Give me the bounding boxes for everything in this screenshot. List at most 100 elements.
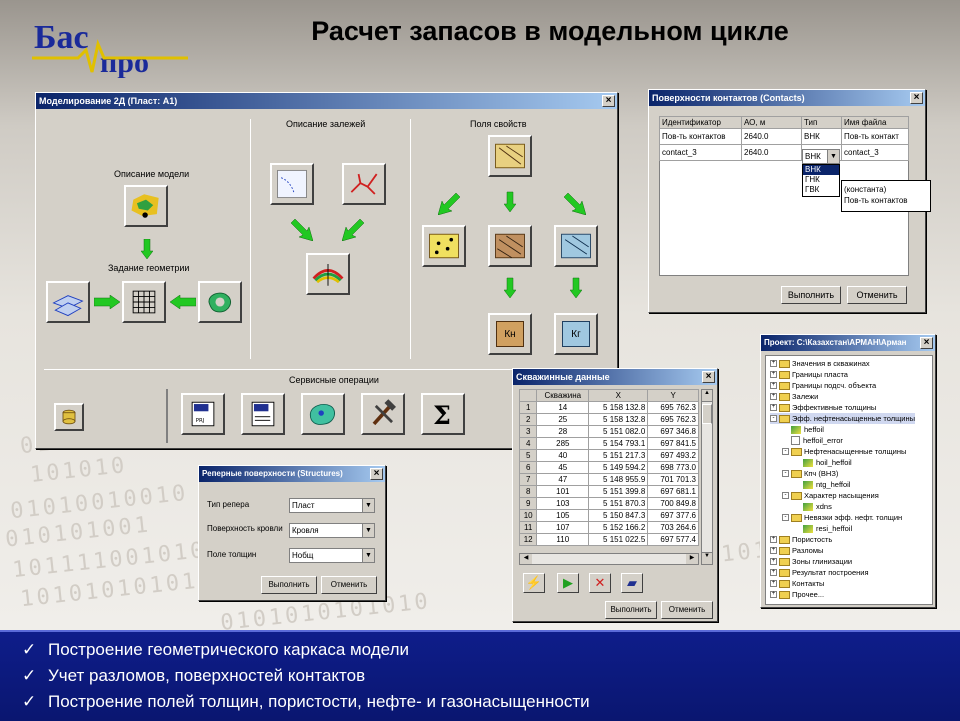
table-row[interactable]: 11 107 5 152 166.2 703 264.6 bbox=[518, 521, 699, 534]
tree-item[interactable]: + Прочее... bbox=[770, 589, 824, 600]
table-cell[interactable]: 697 841.5 bbox=[647, 437, 699, 450]
type-combo[interactable]: ВНК ▼ bbox=[802, 149, 840, 164]
table-row[interactable]: 9 103 5 151 870.3 700 849.8 bbox=[518, 497, 699, 510]
tree-item[interactable]: heffoil bbox=[782, 424, 824, 435]
table-cell[interactable]: 700 849.8 bbox=[647, 497, 699, 510]
table-row[interactable]: 8 101 5 151 399.8 697 681.1 bbox=[518, 485, 699, 498]
table-row[interactable]: 5 40 5 151 217.3 697 493.2 bbox=[518, 449, 699, 462]
table-cell[interactable]: 285 bbox=[536, 437, 590, 450]
expand-toggle-icon[interactable]: - bbox=[782, 492, 789, 499]
table-cell[interactable]: 5 bbox=[518, 449, 538, 462]
expand-toggle-icon[interactable]: + bbox=[770, 393, 777, 400]
table-row[interactable]: 3 28 5 151 082.0 697 346.8 bbox=[518, 425, 699, 438]
scroll-thumb[interactable] bbox=[702, 404, 712, 424]
table-cell[interactable]: contact_3 bbox=[659, 144, 742, 161]
faults-button[interactable] bbox=[342, 163, 386, 205]
table-cell[interactable]: 2640.0 bbox=[741, 128, 802, 145]
thickness-field-select[interactable]: Нобщ ▼ bbox=[289, 548, 375, 563]
top-surface-select[interactable]: Кровля ▼ bbox=[289, 523, 375, 538]
table-cell[interactable]: 703 264.6 bbox=[647, 521, 699, 534]
marker-type-select[interactable]: Пласт ▼ bbox=[289, 498, 375, 513]
table-cell[interactable]: 10 bbox=[518, 509, 538, 522]
table-cell[interactable]: 45 bbox=[536, 461, 590, 474]
grid-button[interactable] bbox=[122, 281, 166, 323]
table-cell[interactable]: 25 bbox=[536, 413, 590, 426]
table-row[interactable]: 4 285 5 154 793.1 697 841.5 bbox=[518, 437, 699, 450]
table-cell[interactable]: 5 154 793.1 bbox=[588, 437, 649, 450]
table-cell[interactable]: 697 577.4 bbox=[647, 533, 699, 546]
table-cell[interactable]: contact_3 bbox=[841, 144, 909, 161]
tree-item[interactable]: ntg_heffoil bbox=[794, 479, 850, 490]
deposit-button[interactable] bbox=[306, 253, 350, 295]
table-cell[interactable]: ВНК bbox=[801, 128, 842, 145]
dropdown-option[interactable]: (константа) bbox=[844, 185, 928, 196]
oil-saturation-field-button[interactable] bbox=[488, 225, 532, 267]
kn-button[interactable]: Кн bbox=[488, 313, 532, 355]
table-cell[interactable]: 5 150 847.3 bbox=[588, 509, 649, 522]
tree-item[interactable]: + Эффективные толщины bbox=[770, 402, 876, 413]
expand-toggle-icon[interactable]: + bbox=[770, 382, 777, 389]
table-cell[interactable]: 5 149 594.2 bbox=[588, 461, 649, 474]
table-cell[interactable]: 5 158 132.8 bbox=[588, 413, 649, 426]
tree-item[interactable]: heffoil_error bbox=[782, 435, 843, 446]
table-cell[interactable]: 9 bbox=[518, 497, 538, 510]
porosity-field-button[interactable] bbox=[422, 225, 466, 267]
dropdown-option[interactable]: ВНК bbox=[803, 165, 839, 175]
tree-item[interactable]: + Залежи bbox=[770, 391, 818, 402]
table-row[interactable]: 12 110 5 151 022.5 697 577.4 bbox=[518, 533, 699, 546]
expand-toggle-icon[interactable]: + bbox=[770, 569, 777, 576]
tree-item[interactable]: - Кпч (ВНЗ) bbox=[782, 468, 838, 479]
table-cell[interactable]: 110 bbox=[536, 533, 590, 546]
table-cell[interactable]: 103 bbox=[536, 497, 590, 510]
scroll-down-icon[interactable]: ▼ bbox=[702, 552, 712, 564]
sum-button[interactable]: Σ bbox=[421, 393, 465, 435]
expand-toggle-icon[interactable]: + bbox=[770, 591, 777, 598]
book-icon[interactable]: ▰ bbox=[621, 573, 643, 593]
scroll-left-icon[interactable]: ◀ bbox=[520, 554, 532, 564]
table-row[interactable]: 10 105 5 150 847.3 697 377.6 bbox=[518, 509, 699, 522]
tree-item[interactable]: + Границы пласта bbox=[770, 369, 848, 380]
expand-toggle-icon[interactable]: + bbox=[770, 404, 777, 411]
tree-item[interactable]: - Нефтенасыщенные толщины bbox=[782, 446, 906, 457]
horizontal-scrollbar[interactable]: ◀ ▶ bbox=[519, 553, 699, 565]
table-cell[interactable]: 701 701.3 bbox=[647, 473, 699, 486]
table-cell[interactable]: 5 158 132.8 bbox=[588, 401, 649, 414]
model-description-button[interactable] bbox=[124, 185, 168, 227]
tree-item[interactable]: - Невязки эфф. нефт. толщин bbox=[782, 512, 902, 523]
table-cell[interactable]: 5 151 870.3 bbox=[588, 497, 649, 510]
table-cell[interactable]: 695 762.3 bbox=[647, 401, 699, 414]
dropdown-option[interactable]: Пов-ть контактов bbox=[844, 196, 928, 207]
table-cell[interactable]: 697 346.8 bbox=[647, 425, 699, 438]
vertical-scrollbar[interactable]: ▲ ▼ bbox=[701, 389, 713, 565]
tree-item[interactable]: resi_heffoil bbox=[794, 523, 852, 534]
expand-toggle-icon[interactable]: - bbox=[782, 514, 789, 521]
contact-line-button[interactable] bbox=[270, 163, 314, 205]
table-cell[interactable]: 47 bbox=[536, 473, 590, 486]
dropdown-option[interactable]: ГНК bbox=[803, 175, 839, 185]
table-cell[interactable]: 14 bbox=[536, 401, 590, 414]
expand-toggle-icon[interactable]: + bbox=[770, 536, 777, 543]
table-cell[interactable]: 5 151 217.3 bbox=[588, 449, 649, 462]
play-icon[interactable]: ▶ bbox=[557, 573, 579, 593]
tree-item[interactable]: - Характер насыщения bbox=[782, 490, 879, 501]
table-cell[interactable]: 697 493.2 bbox=[647, 449, 699, 462]
table-cell[interactable]: 695 762.3 bbox=[647, 413, 699, 426]
close-button[interactable]: × bbox=[602, 95, 615, 107]
export-doc-button[interactable] bbox=[241, 393, 285, 435]
table-cell[interactable]: 697 377.6 bbox=[647, 509, 699, 522]
chevron-down-icon[interactable]: ▼ bbox=[362, 549, 374, 562]
table-cell[interactable]: 5 151 082.0 bbox=[588, 425, 649, 438]
expand-toggle-icon[interactable]: + bbox=[770, 360, 777, 367]
database-button[interactable] bbox=[54, 403, 84, 431]
kg-button[interactable]: Кг bbox=[554, 313, 598, 355]
close-button[interactable]: × bbox=[910, 92, 923, 104]
tree-item[interactable]: + Результат построения bbox=[770, 567, 869, 578]
chevron-down-icon[interactable]: ▼ bbox=[362, 499, 374, 512]
table-row[interactable]: 2 25 5 158 132.8 695 762.3 bbox=[518, 413, 699, 426]
table-cell[interactable]: 8 bbox=[518, 485, 538, 498]
table-cell[interactable]: 7 bbox=[518, 473, 538, 486]
close-button[interactable]: × bbox=[920, 337, 933, 349]
table-cell[interactable]: Пов-ть контакт bbox=[841, 128, 909, 145]
expand-toggle-icon[interactable]: + bbox=[770, 580, 777, 587]
lightning-icon[interactable]: ⚡ bbox=[523, 573, 545, 593]
